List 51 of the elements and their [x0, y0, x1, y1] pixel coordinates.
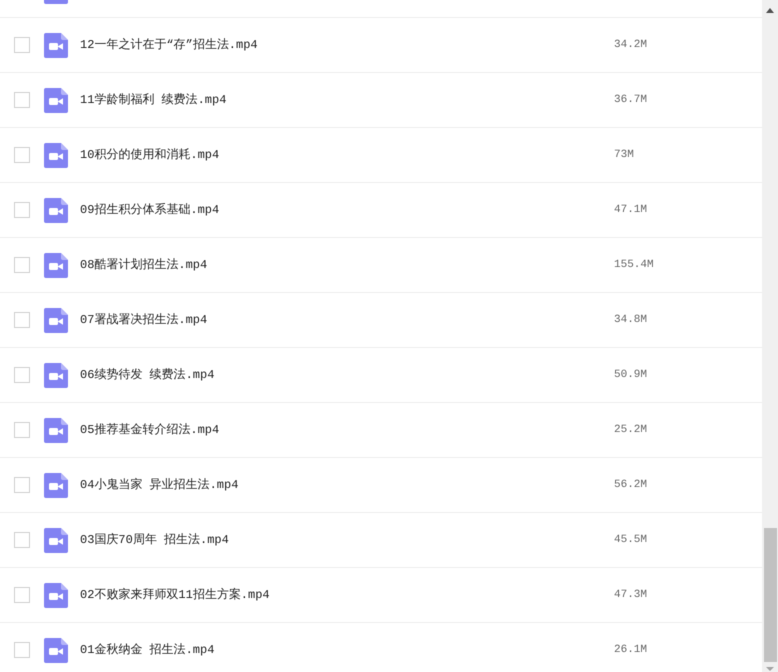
file-name[interactable]: 04小鬼当家 异业招生法.mp4 — [80, 476, 238, 494]
video-file-icon — [44, 363, 68, 388]
file-size: 47.1M — [614, 202, 648, 218]
video-file-icon — [44, 583, 68, 608]
file-name[interactable]: 10积分的使用和消耗.mp4 — [80, 146, 220, 164]
video-file-icon — [44, 33, 68, 58]
video-file-icon — [44, 88, 68, 113]
checkbox[interactable] — [14, 532, 30, 548]
checkbox[interactable] — [14, 367, 30, 383]
checkbox[interactable] — [14, 147, 30, 163]
file-name[interactable]: 11学龄制福利 续费法.mp4 — [80, 91, 226, 109]
file-name[interactable]: 02不败家来拜师双11招生方案.mp4 — [80, 586, 270, 604]
checkbox[interactable] — [14, 37, 30, 53]
file-size: 50.9M — [614, 368, 648, 383]
checkbox[interactable] — [14, 92, 30, 108]
checkbox[interactable] — [14, 202, 30, 218]
file-size: 56.2M — [614, 478, 648, 493]
checkbox[interactable] — [14, 477, 30, 493]
scrollbar-thumb[interactable] — [764, 528, 777, 662]
video-file-icon — [44, 638, 68, 663]
file-name[interactable]: 06续势待发 续费法.mp4 — [80, 366, 214, 384]
checkbox[interactable] — [14, 422, 30, 438]
file-name[interactable]: 07署战署决招生法.mp4 — [80, 311, 208, 329]
file-name[interactable]: 03国庆70周年 招生法.mp4 — [80, 531, 229, 549]
file-size: 26.1M — [614, 642, 648, 658]
file-name[interactable]: 08酷署计划招生法.mp4 — [80, 256, 208, 274]
video-file-icon — [44, 253, 68, 278]
video-file-icon — [44, 418, 68, 443]
triangle-down-icon — [766, 667, 774, 671]
file-size: 45.5M — [614, 532, 648, 548]
file-name[interactable]: 09招生积分体系基础.mp4 — [80, 201, 220, 219]
checkbox[interactable] — [14, 312, 30, 328]
video-file-icon — [44, 143, 68, 168]
checkbox[interactable] — [14, 642, 30, 658]
file-name[interactable]: 05推荐基金转介绍法.mp4 — [80, 421, 220, 439]
file-size: 73M — [614, 148, 634, 163]
file-name[interactable]: 01金秋纳金 招生法.mp4 — [80, 641, 214, 659]
file-name[interactable]: 12一年之计在于“存”招生法.mp4 — [80, 36, 258, 54]
checkbox[interactable] — [14, 587, 30, 603]
file-size: 155.4M — [614, 258, 654, 273]
video-file-icon — [44, 198, 68, 223]
video-file-icon — [44, 473, 68, 498]
file-size: 47.3M — [614, 588, 648, 603]
file-size: 36.7M — [614, 92, 648, 108]
triangle-up-icon — [766, 8, 774, 12]
file-size: 34.2M — [614, 38, 648, 53]
file-size: 34.8M — [614, 312, 648, 328]
video-file-icon — [44, 308, 68, 333]
file-size: 25.2M — [614, 422, 648, 438]
checkbox[interactable] — [14, 257, 30, 273]
video-file-icon — [44, 528, 68, 553]
